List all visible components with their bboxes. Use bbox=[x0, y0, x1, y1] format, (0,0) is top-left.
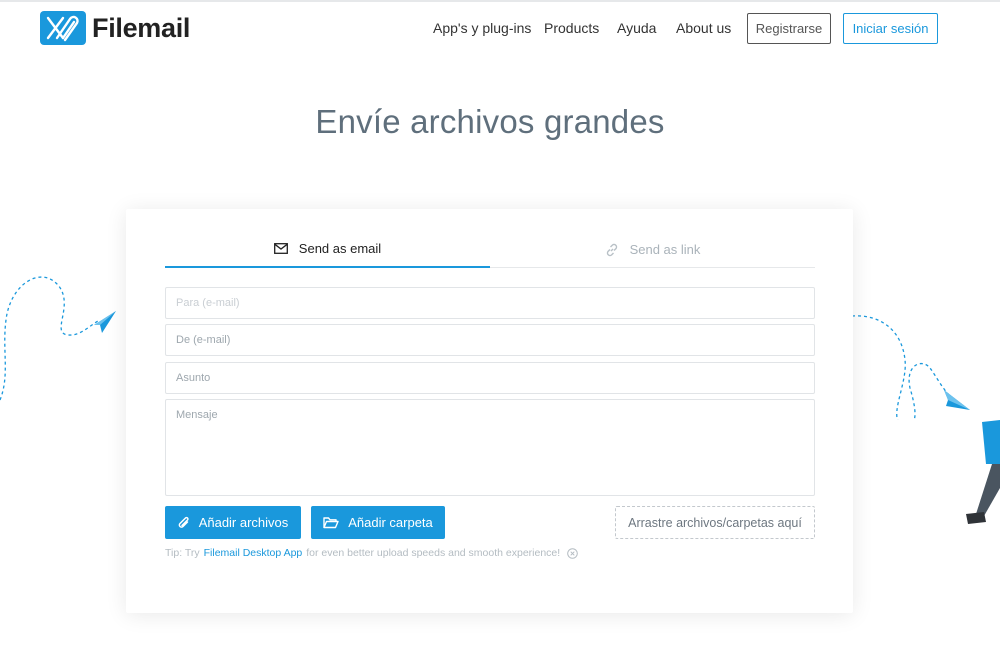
tab-send-as-link-label: Send as link bbox=[629, 242, 701, 257]
character-illustration bbox=[966, 420, 1000, 524]
tip-prefix: Tip: Try bbox=[165, 547, 200, 559]
login-button[interactable]: Iniciar sesión bbox=[843, 13, 938, 44]
message-textarea[interactable] bbox=[165, 399, 815, 496]
add-folder-label: Añadir carpeta bbox=[348, 515, 433, 530]
register-button[interactable]: Registrarse bbox=[747, 13, 831, 44]
paper-plane-left-decoration bbox=[0, 276, 116, 401]
logo-text: Filemail bbox=[92, 12, 191, 43]
desktop-app-link[interactable]: Filemail Desktop App bbox=[204, 547, 303, 559]
paperclip-icon bbox=[178, 516, 190, 530]
add-files-label: Añadir archivos bbox=[198, 515, 289, 530]
close-tip-icon[interactable] bbox=[567, 547, 578, 559]
envelope-icon bbox=[273, 243, 288, 254]
folder-open-icon bbox=[323, 516, 339, 529]
tip-text: Tip: Try Filemail Desktop App for even b… bbox=[165, 547, 578, 559]
upload-card: Send as email Send as link Añadir archiv… bbox=[126, 209, 853, 613]
paper-plane-right-decoration bbox=[851, 315, 970, 420]
filemail-logo[interactable]: Filemail bbox=[40, 11, 190, 45]
add-files-button[interactable]: Añadir archivos bbox=[165, 506, 301, 539]
tab-send-as-email-label: Send as email bbox=[298, 241, 382, 256]
tab-send-as-link[interactable]: Send as link bbox=[490, 231, 815, 268]
from-email-input[interactable] bbox=[165, 324, 815, 356]
filemail-logo-icon bbox=[40, 11, 86, 45]
nav-products[interactable]: Products bbox=[544, 20, 599, 36]
to-email-input[interactable] bbox=[165, 287, 815, 319]
nav-help[interactable]: Ayuda bbox=[617, 20, 656, 36]
site-header: Filemail App's y plug-ins Products Ayuda… bbox=[0, 0, 1000, 60]
page-title: Envíe archivos grandes bbox=[315, 103, 665, 140]
add-folder-button[interactable]: Añadir carpeta bbox=[311, 506, 445, 539]
drop-zone[interactable]: Arrastre archivos/carpetas aquí bbox=[615, 506, 815, 539]
subject-input[interactable] bbox=[165, 362, 815, 394]
tip-suffix: for even better upload speeds and smooth… bbox=[306, 547, 561, 559]
nav-apps-plugins[interactable]: App's y plug-ins bbox=[433, 20, 531, 36]
send-mode-tabs: Send as email Send as link bbox=[165, 231, 815, 268]
nav-about-us[interactable]: About us bbox=[676, 20, 731, 36]
link-icon bbox=[605, 243, 619, 257]
tab-send-as-email[interactable]: Send as email bbox=[165, 231, 490, 268]
